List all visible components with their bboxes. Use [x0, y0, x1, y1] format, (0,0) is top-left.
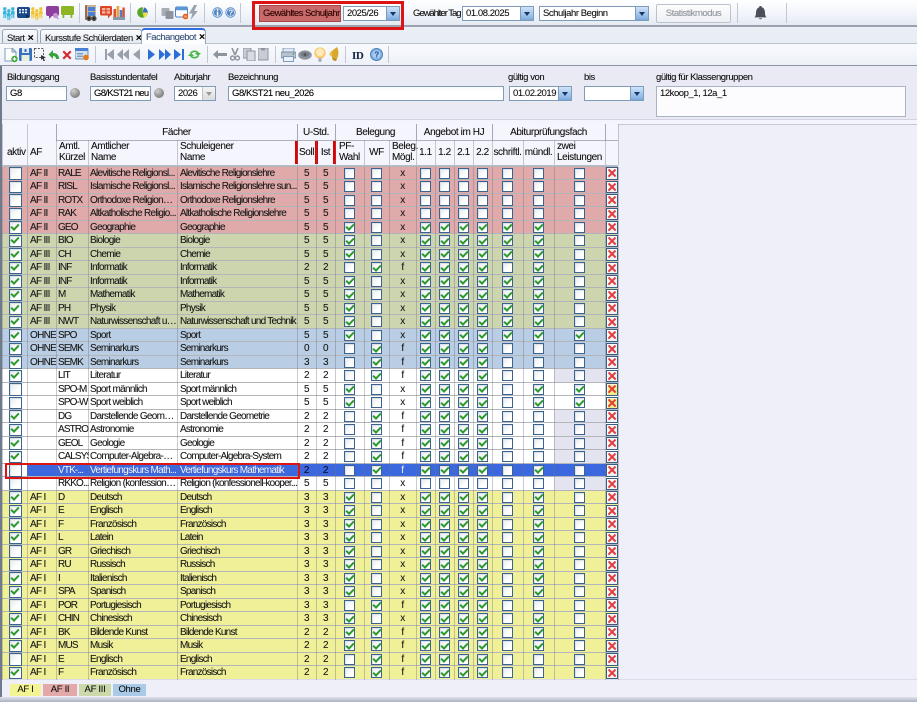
svg-text:ID: ID [352, 50, 364, 61]
svg-text:?: ? [228, 9, 233, 18]
svg-text:?: ? [374, 50, 379, 59]
